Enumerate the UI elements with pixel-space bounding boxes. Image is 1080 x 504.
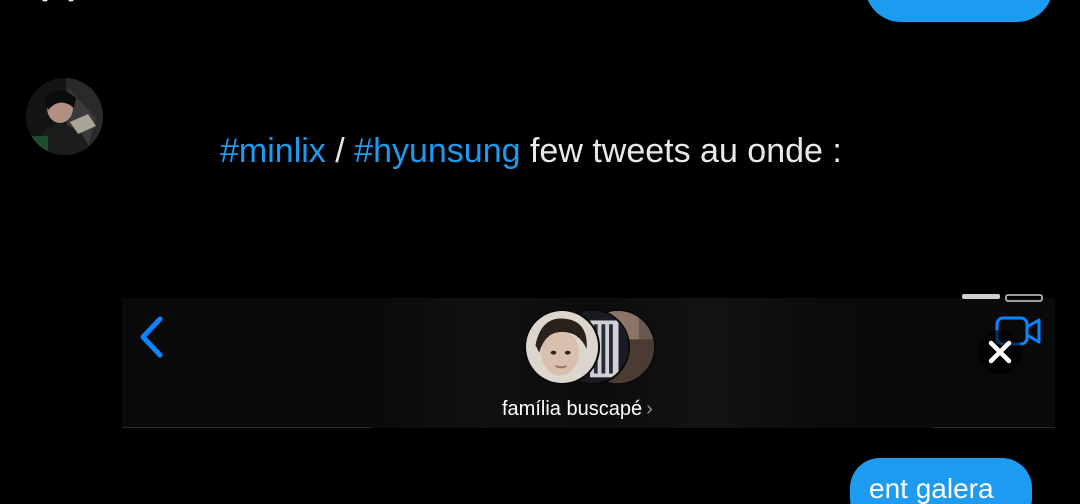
status-bar-partial xyxy=(962,294,1043,302)
author-avatar[interactable] xyxy=(26,78,103,155)
message-text: ent galera xyxy=(869,473,994,504)
group-name[interactable]: família buscapé › xyxy=(502,397,653,421)
group-member-avatar xyxy=(524,309,600,385)
hashtag-hyunsung[interactable]: #hyunsung xyxy=(354,132,520,170)
back-chevron-icon[interactable] xyxy=(136,316,166,358)
group-avatars[interactable] xyxy=(524,309,658,387)
tweet-body: few tweets au onde : xyxy=(520,132,842,170)
hashtag-minlix[interactable]: #minlix xyxy=(220,132,326,170)
group-name-label: família buscapé xyxy=(502,398,643,420)
message-bubble: ent galera xyxy=(850,458,1032,504)
tweet-text: #minlix / #hyunsung few tweets au onde : xyxy=(220,130,842,172)
tweet-separator: / xyxy=(325,132,355,170)
top-partial-icon[interactable] xyxy=(30,0,84,6)
chevron-right-icon: › xyxy=(646,398,653,420)
top-action-button[interactable] xyxy=(865,0,1053,22)
tweet-view: #minlix / #hyunsung few tweets au onde : xyxy=(0,0,1080,504)
close-icon[interactable] xyxy=(978,330,1022,374)
